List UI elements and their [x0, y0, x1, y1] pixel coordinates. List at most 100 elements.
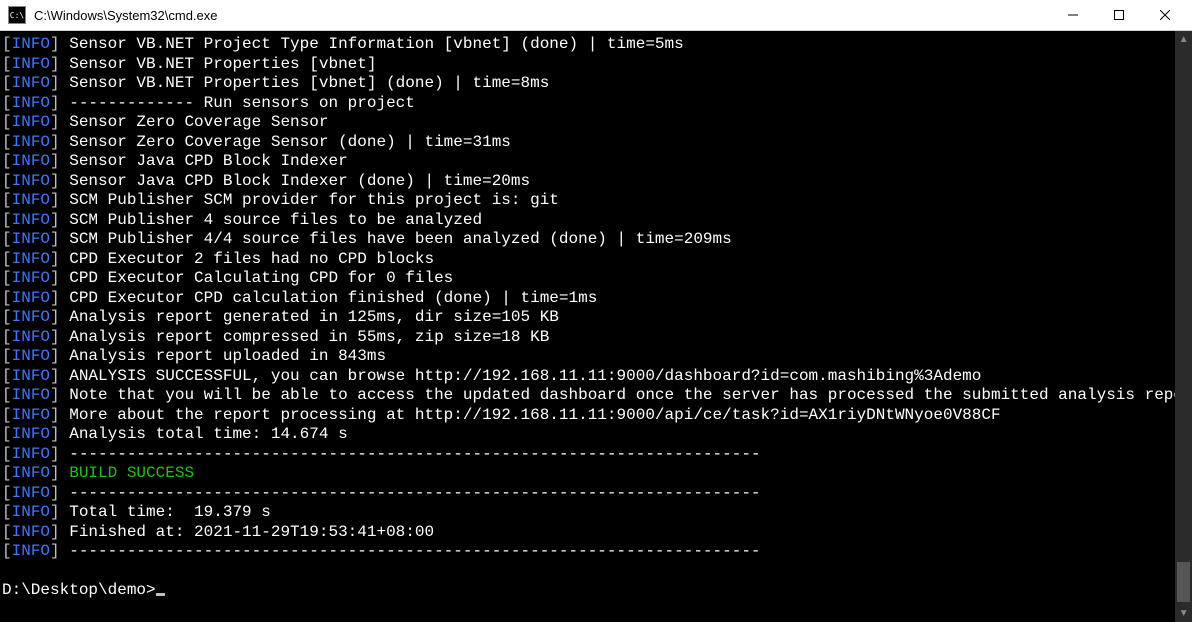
- log-level: INFO: [12, 328, 50, 346]
- titlebar[interactable]: C:\ C:\Windows\System32\cmd.exe: [0, 0, 1192, 31]
- minimize-icon: [1068, 10, 1078, 20]
- console-line: [INFO] Sensor Zero Coverage Sensor: [2, 113, 1175, 133]
- cmd-window: C:\ C:\Windows\System32\cmd.exe [INFO] S…: [0, 0, 1192, 622]
- console-line: [INFO] Sensor VB.NET Properties [vbnet]: [2, 55, 1175, 75]
- log-message: ANALYSIS SUCCESSFUL, you can browse http…: [69, 367, 981, 385]
- log-level: INFO: [12, 347, 50, 365]
- console-line: [INFO] Analysis report generated in 125m…: [2, 308, 1175, 328]
- log-message: Note that you will be able to access the…: [69, 386, 1175, 404]
- console-line: [INFO] Analysis report compressed in 55m…: [2, 328, 1175, 348]
- console-line: [INFO] Sensor Java CPD Block Indexer (do…: [2, 172, 1175, 192]
- console-output[interactable]: [INFO] Sensor VB.NET Project Type Inform…: [0, 31, 1175, 622]
- window-title: C:\Windows\System32\cmd.exe: [34, 8, 218, 23]
- log-message: CPD Executor Calculating CPD for 0 files: [69, 269, 453, 287]
- log-message: Total time: 19.379 s: [69, 503, 271, 521]
- close-icon: [1160, 10, 1170, 20]
- maximize-button[interactable]: [1096, 0, 1142, 30]
- console-line: [INFO] ---------------------------------…: [2, 484, 1175, 504]
- log-message: Finished at: 2021-11-29T19:53:41+08:00: [69, 523, 434, 541]
- console-line: [INFO] Sensor Java CPD Block Indexer: [2, 152, 1175, 172]
- log-level: INFO: [12, 425, 50, 443]
- log-message: Sensor VB.NET Properties [vbnet] (done) …: [69, 74, 549, 92]
- console-line: [INFO] Analysis report uploaded in 843ms: [2, 347, 1175, 367]
- prompt-line[interactable]: D:\Desktop\demo>: [2, 581, 1175, 601]
- maximize-icon: [1114, 10, 1124, 20]
- prompt-text: D:\Desktop\demo>: [2, 581, 156, 599]
- log-message: Sensor Java CPD Block Indexer: [69, 152, 347, 170]
- console-line: [INFO] CPD Executor 2 files had no CPD b…: [2, 250, 1175, 270]
- log-message: Sensor Zero Coverage Sensor (done) | tim…: [69, 133, 511, 151]
- console-line: [INFO] Sensor Zero Coverage Sensor (done…: [2, 133, 1175, 153]
- console-line: [INFO] CPD Executor CPD calculation fini…: [2, 289, 1175, 309]
- minimize-button[interactable]: [1050, 0, 1096, 30]
- log-message: More about the report processing at http…: [69, 406, 1000, 424]
- log-message: ----------------------------------------…: [69, 542, 760, 560]
- console-line: [INFO] Analysis total time: 14.674 s: [2, 425, 1175, 445]
- log-message: Sensor Zero Coverage Sensor: [69, 113, 328, 131]
- log-level: INFO: [12, 133, 50, 151]
- log-message: SCM Publisher 4 source files to be analy…: [69, 211, 482, 229]
- log-message: Analysis report compressed in 55ms, zip …: [69, 328, 549, 346]
- console-line: [INFO] Sensor VB.NET Properties [vbnet] …: [2, 74, 1175, 94]
- log-level: INFO: [12, 503, 50, 521]
- console-line: [INFO] SCM Publisher SCM provider for th…: [2, 191, 1175, 211]
- scroll-down-arrow-icon[interactable]: ▼: [1175, 605, 1192, 622]
- log-level: INFO: [12, 230, 50, 248]
- log-message: SCM Publisher 4/4 source files have been…: [69, 230, 732, 248]
- log-level: INFO: [12, 172, 50, 190]
- console-line: [INFO] Total time: 19.379 s: [2, 503, 1175, 523]
- log-message: CPD Executor 2 files had no CPD blocks: [69, 250, 434, 268]
- log-message: Analysis report uploaded in 843ms: [69, 347, 386, 365]
- console-line: [INFO] More about the report processing …: [2, 406, 1175, 426]
- console-line: [INFO] Finished at: 2021-11-29T19:53:41+…: [2, 523, 1175, 543]
- console-line: [INFO] Note that you will be able to acc…: [2, 386, 1175, 406]
- build-success-text: BUILD SUCCESS: [69, 464, 194, 482]
- console-line: [INFO] ------------- Run sensors on proj…: [2, 94, 1175, 114]
- log-level: INFO: [12, 289, 50, 307]
- log-level: INFO: [12, 523, 50, 541]
- log-level: INFO: [12, 386, 50, 404]
- vertical-scrollbar[interactable]: ▲ ▼: [1175, 31, 1192, 622]
- log-level: INFO: [12, 367, 50, 385]
- console-line: [INFO] BUILD SUCCESS: [2, 464, 1175, 484]
- log-message: SCM Publisher SCM provider for this proj…: [69, 191, 559, 209]
- console-line: [INFO] ---------------------------------…: [2, 445, 1175, 465]
- log-level: INFO: [12, 35, 50, 53]
- log-level: INFO: [12, 308, 50, 326]
- log-message: ------------- Run sensors on project: [69, 94, 415, 112]
- scroll-up-arrow-icon[interactable]: ▲: [1175, 31, 1192, 48]
- log-message: Analysis report generated in 125ms, dir …: [69, 308, 559, 326]
- log-level: INFO: [12, 152, 50, 170]
- log-level: INFO: [12, 74, 50, 92]
- log-message: ----------------------------------------…: [69, 445, 760, 463]
- cmd-icon: C:\: [8, 6, 26, 24]
- console-line: [INFO] CPD Executor Calculating CPD for …: [2, 269, 1175, 289]
- log-level: INFO: [12, 211, 50, 229]
- console-line: [INFO] SCM Publisher 4/4 source files ha…: [2, 230, 1175, 250]
- console-line: [INFO] ANALYSIS SUCCESSFUL, you can brow…: [2, 367, 1175, 387]
- log-level: INFO: [12, 542, 50, 560]
- text-cursor: [156, 593, 165, 596]
- console-line: [2, 562, 1175, 582]
- log-level: INFO: [12, 250, 50, 268]
- log-level: INFO: [12, 269, 50, 287]
- console-area: [INFO] Sensor VB.NET Project Type Inform…: [0, 31, 1192, 622]
- log-level: INFO: [12, 484, 50, 502]
- log-message: Sensor VB.NET Project Type Information […: [69, 35, 684, 53]
- scrollbar-thumb[interactable]: [1177, 562, 1190, 602]
- close-button[interactable]: [1142, 0, 1188, 30]
- console-line: [INFO] ---------------------------------…: [2, 542, 1175, 562]
- log-level: INFO: [12, 191, 50, 209]
- log-message: Analysis total time: 14.674 s: [69, 425, 347, 443]
- log-message: ----------------------------------------…: [69, 484, 760, 502]
- log-level: INFO: [12, 94, 50, 112]
- log-message: Sensor VB.NET Properties [vbnet]: [69, 55, 376, 73]
- log-level: INFO: [12, 113, 50, 131]
- log-level: INFO: [12, 55, 50, 73]
- console-line: [INFO] Sensor VB.NET Project Type Inform…: [2, 35, 1175, 55]
- log-message: Sensor Java CPD Block Indexer (done) | t…: [69, 172, 530, 190]
- console-line: [INFO] SCM Publisher 4 source files to b…: [2, 211, 1175, 231]
- log-message: CPD Executor CPD calculation finished (d…: [69, 289, 597, 307]
- log-level: INFO: [12, 464, 50, 482]
- log-level: INFO: [12, 406, 50, 424]
